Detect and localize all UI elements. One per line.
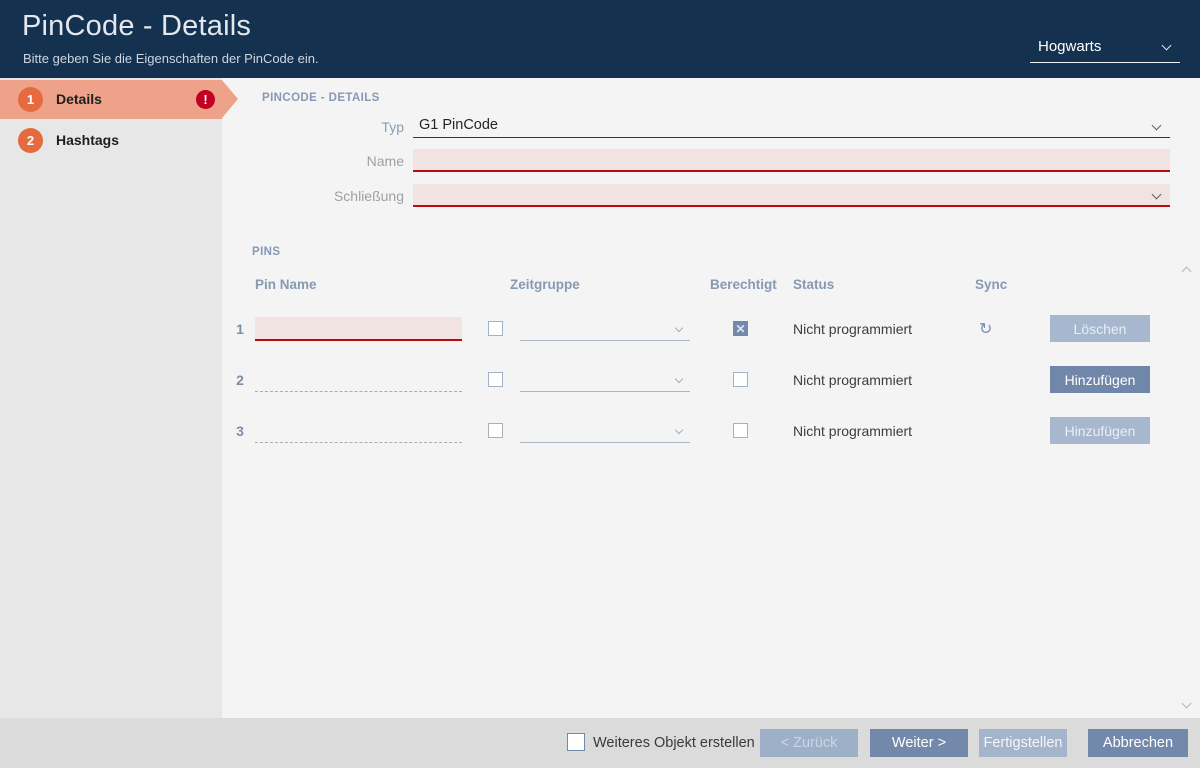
sidebar-item-label: Hashtags <box>56 132 119 148</box>
status-value: Nicht programmiert <box>793 321 912 337</box>
typ-select-value: G1 PinCode <box>419 117 498 133</box>
next-button[interactable]: Weiter > <box>870 729 968 757</box>
delete-pin-button[interactable]: Löschen <box>1050 315 1150 342</box>
column-header-status: Status <box>793 277 834 292</box>
zeitgruppe-select[interactable] <box>520 419 690 443</box>
chevron-down-icon <box>1162 41 1172 51</box>
warning-icon: ! <box>196 90 215 109</box>
chevron-down-icon <box>675 426 683 434</box>
back-button[interactable]: < Zurück <box>760 729 858 757</box>
finish-button[interactable]: Fertigstellen <box>979 729 1067 757</box>
row-number: 2 <box>232 372 248 388</box>
zeitgruppe-select[interactable] <box>520 317 690 341</box>
berechtigt-checkbox[interactable] <box>733 423 748 438</box>
scroll-down-icon[interactable] <box>1182 699 1192 709</box>
project-selector[interactable]: Hogwarts <box>1030 34 1180 63</box>
section-title-pins: PINS <box>252 246 280 258</box>
step-number-badge: 2 <box>18 128 43 153</box>
column-header-berechtigt: Berechtigt <box>710 277 777 292</box>
wizard-footer: Weiteres Objekt erstellen < Zurück Weite… <box>0 718 1200 768</box>
zeitgruppe-checkbox[interactable] <box>488 423 503 438</box>
name-field[interactable] <box>413 149 1170 172</box>
berechtigt-checkbox[interactable] <box>733 372 748 387</box>
name-label: Name <box>280 153 404 169</box>
project-selector-value: Hogwarts <box>1038 38 1101 55</box>
zeitgruppe-checkbox[interactable] <box>488 321 503 336</box>
schliessung-select[interactable] <box>413 184 1170 207</box>
column-header-sync: Sync <box>975 277 1007 292</box>
chevron-down-icon <box>1152 121 1162 131</box>
step-number-badge: 1 <box>18 87 43 112</box>
chevron-down-icon <box>1152 190 1162 200</box>
sync-icon[interactable]: ↻ <box>979 319 992 338</box>
sidebar-item-hashtags[interactable]: 2 Hashtags <box>0 121 222 160</box>
zeitgruppe-select[interactable] <box>520 368 690 392</box>
status-value: Nicht programmiert <box>793 372 912 388</box>
row-number: 1 <box>232 321 248 337</box>
create-another-checkbox[interactable] <box>567 733 585 751</box>
typ-select[interactable]: G1 PinCode <box>413 115 1170 138</box>
schliessung-label: Schließung <box>280 188 404 204</box>
active-step-arrow <box>222 80 238 118</box>
status-value: Nicht programmiert <box>793 423 912 439</box>
chevron-down-icon <box>675 375 683 383</box>
section-title-pincode-details: PINCODE - DETAILS <box>262 92 380 104</box>
row-number: 3 <box>232 423 248 439</box>
column-header-pin-name: Pin Name <box>255 277 317 292</box>
column-header-zeitgruppe: Zeitgruppe <box>510 277 580 292</box>
pin-name-input[interactable] <box>255 368 462 392</box>
wizard-window: PinCode - Details Bitte geben Sie die Ei… <box>0 0 1200 768</box>
zeitgruppe-checkbox[interactable] <box>488 372 503 387</box>
wizard-steps-sidebar: 1 Details ! 2 Hashtags <box>0 78 222 718</box>
x-mark-icon: ✕ <box>735 322 745 336</box>
pin-name-input[interactable] <box>255 317 462 341</box>
sidebar-item-details[interactable]: 1 Details ! <box>0 80 222 119</box>
header: PinCode - Details Bitte geben Sie die Ei… <box>0 0 1200 78</box>
chevron-down-icon <box>675 324 683 332</box>
add-pin-button[interactable]: Hinzufügen <box>1050 366 1150 393</box>
pin-name-input[interactable] <box>255 419 462 443</box>
page-subtitle: Bitte geben Sie die Eigenschaften der Pi… <box>23 51 319 66</box>
typ-label: Typ <box>280 119 404 135</box>
sidebar-item-label: Details <box>56 91 102 107</box>
cancel-button[interactable]: Abbrechen <box>1088 729 1188 757</box>
page-title: PinCode - Details <box>22 10 251 43</box>
scroll-up-icon[interactable] <box>1182 267 1192 277</box>
berechtigt-checkbox[interactable]: ✕ <box>733 321 748 336</box>
create-another-label: Weiteres Objekt erstellen <box>593 735 755 751</box>
add-pin-button[interactable]: Hinzufügen <box>1050 417 1150 444</box>
